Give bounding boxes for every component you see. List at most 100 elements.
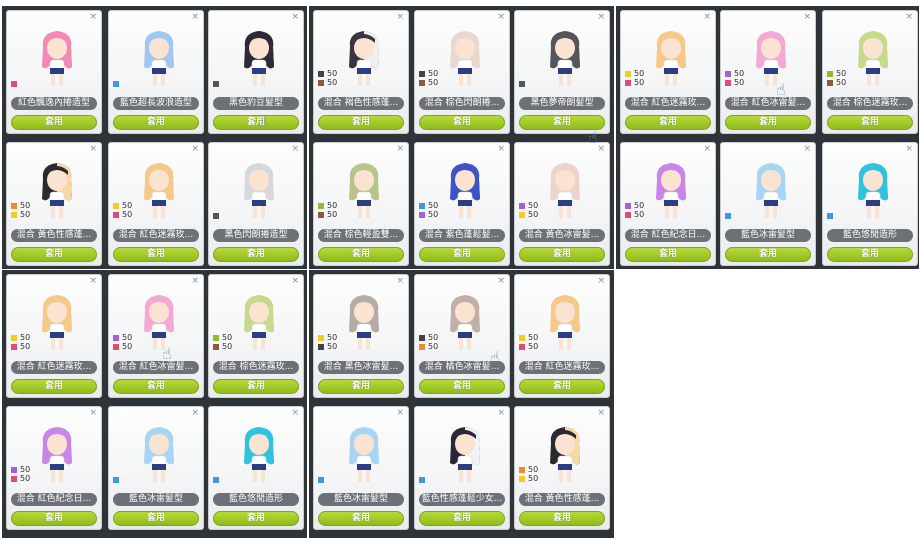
close-icon[interactable]: × bbox=[396, 276, 404, 286]
close-icon[interactable]: × bbox=[191, 12, 199, 22]
color-mix-legend: 50 50 bbox=[318, 201, 337, 219]
color-mix-legend: 50 50 bbox=[519, 201, 538, 219]
close-icon[interactable]: × bbox=[291, 144, 299, 154]
apply-button[interactable]: 套用 bbox=[113, 511, 199, 526]
mix-percent: 50 bbox=[122, 341, 133, 351]
apply-button[interactable]: 套用 bbox=[113, 247, 199, 262]
color-swatch bbox=[625, 70, 631, 77]
hair-name-label: 混合 紅色迷霧玫... bbox=[625, 97, 711, 110]
close-icon[interactable]: × bbox=[497, 144, 505, 154]
close-icon[interactable]: × bbox=[89, 408, 97, 418]
close-icon[interactable]: × bbox=[191, 144, 199, 154]
mix-percent: 50 bbox=[528, 332, 539, 342]
pointer-hand-icon: ☝ bbox=[162, 344, 172, 363]
color-legend-row bbox=[419, 475, 428, 484]
close-icon[interactable]: × bbox=[291, 408, 299, 418]
close-icon[interactable]: × bbox=[597, 144, 605, 154]
close-icon[interactable]: × bbox=[497, 408, 505, 418]
hair-card: × 藍色冰雷髮型 套用 bbox=[313, 406, 409, 530]
close-icon[interactable]: × bbox=[905, 144, 913, 154]
character-preview bbox=[349, 427, 379, 482]
apply-button[interactable]: 套用 bbox=[419, 247, 505, 262]
color-swatch bbox=[318, 334, 324, 341]
close-icon[interactable]: × bbox=[89, 144, 97, 154]
close-icon[interactable]: × bbox=[191, 408, 199, 418]
hair-card: × 50 50 混合 紅色迷霧玫... 套用 bbox=[6, 274, 102, 398]
character-preview bbox=[42, 427, 72, 482]
apply-button[interactable]: 套用 bbox=[318, 115, 404, 130]
character-preview bbox=[550, 295, 580, 350]
apply-button[interactable]: 套用 bbox=[318, 247, 404, 262]
close-icon[interactable]: × bbox=[803, 144, 811, 154]
apply-button[interactable]: 套用 bbox=[318, 511, 404, 526]
close-icon[interactable]: × bbox=[291, 12, 299, 22]
color-swatch bbox=[419, 334, 425, 341]
character-preview bbox=[244, 31, 274, 86]
apply-button[interactable]: 套用 bbox=[213, 511, 299, 526]
color-mix-legend bbox=[519, 79, 528, 88]
hair-name-label: 混合 紅色迷霧玫... bbox=[519, 361, 605, 374]
hair-card: × 50 50 混合 紅色冰雷髮... 套用 bbox=[720, 10, 816, 134]
apply-button[interactable]: 套用 bbox=[419, 511, 505, 526]
apply-button[interactable]: 套用 bbox=[625, 247, 711, 262]
apply-button[interactable]: 套用 bbox=[625, 115, 711, 130]
apply-button[interactable]: 套用 bbox=[11, 115, 97, 130]
close-icon[interactable]: × bbox=[396, 12, 404, 22]
hair-name-label: 混合 黑色冰雷髮... bbox=[318, 361, 404, 374]
close-icon[interactable]: × bbox=[89, 276, 97, 286]
close-icon[interactable]: × bbox=[497, 12, 505, 22]
color-swatch bbox=[519, 80, 525, 87]
apply-button[interactable]: 套用 bbox=[827, 115, 913, 130]
mix-percent: 50 bbox=[528, 473, 539, 483]
apply-button[interactable]: 套用 bbox=[419, 115, 505, 130]
apply-button[interactable]: 套用 bbox=[519, 511, 605, 526]
apply-button[interactable]: 套用 bbox=[318, 379, 404, 394]
color-mix-legend: 50 50 bbox=[113, 201, 132, 219]
color-mix-legend: 50 50 bbox=[519, 465, 538, 483]
apply-button[interactable]: 套用 bbox=[725, 115, 811, 130]
close-icon[interactable]: × bbox=[703, 144, 711, 154]
color-swatch bbox=[625, 202, 631, 209]
apply-button[interactable]: 套用 bbox=[725, 247, 811, 262]
apply-button[interactable]: 套用 bbox=[213, 379, 299, 394]
color-legend-row bbox=[213, 475, 222, 484]
apply-button[interactable]: 套用 bbox=[827, 247, 913, 262]
character-preview bbox=[244, 295, 274, 350]
apply-button[interactable]: 套用 bbox=[11, 379, 97, 394]
color-swatch bbox=[725, 70, 731, 77]
close-icon[interactable]: × bbox=[396, 408, 404, 418]
close-icon[interactable]: × bbox=[497, 276, 505, 286]
apply-button[interactable]: 套用 bbox=[213, 115, 299, 130]
apply-button[interactable]: 套用 bbox=[419, 379, 505, 394]
apply-button[interactable]: 套用 bbox=[519, 379, 605, 394]
close-icon[interactable]: × bbox=[597, 276, 605, 286]
color-legend-row: 50 bbox=[419, 342, 438, 351]
close-icon[interactable]: × bbox=[597, 12, 605, 22]
close-icon[interactable]: × bbox=[291, 276, 299, 286]
pointer-hand-icon: ☝ bbox=[588, 128, 598, 147]
close-icon[interactable]: × bbox=[191, 276, 199, 286]
close-icon[interactable]: × bbox=[396, 144, 404, 154]
apply-button[interactable]: 套用 bbox=[519, 247, 605, 262]
apply-button[interactable]: 套用 bbox=[213, 247, 299, 262]
mix-percent: 50 bbox=[428, 332, 439, 342]
apply-button[interactable]: 套用 bbox=[113, 379, 199, 394]
close-icon[interactable]: × bbox=[803, 12, 811, 22]
close-icon[interactable]: × bbox=[905, 12, 913, 22]
close-icon[interactable]: × bbox=[89, 12, 97, 22]
close-icon[interactable]: × bbox=[703, 12, 711, 22]
apply-button[interactable]: 套用 bbox=[11, 247, 97, 262]
apply-button[interactable]: 套用 bbox=[11, 511, 97, 526]
color-swatch bbox=[318, 79, 324, 86]
mix-percent: 50 bbox=[634, 77, 645, 87]
color-mix-legend bbox=[213, 79, 222, 88]
hair-name-label: 藍色悠閒造形 bbox=[827, 229, 913, 242]
close-icon[interactable]: × bbox=[597, 408, 605, 418]
color-swatch bbox=[519, 202, 525, 209]
apply-button[interactable]: 套用 bbox=[113, 115, 199, 130]
color-legend-row bbox=[113, 475, 122, 484]
color-legend-row bbox=[827, 211, 836, 220]
hair-name-label: 藍色冰雷髮型 bbox=[318, 493, 404, 506]
character-preview bbox=[42, 31, 72, 86]
mix-percent: 50 bbox=[122, 332, 133, 342]
